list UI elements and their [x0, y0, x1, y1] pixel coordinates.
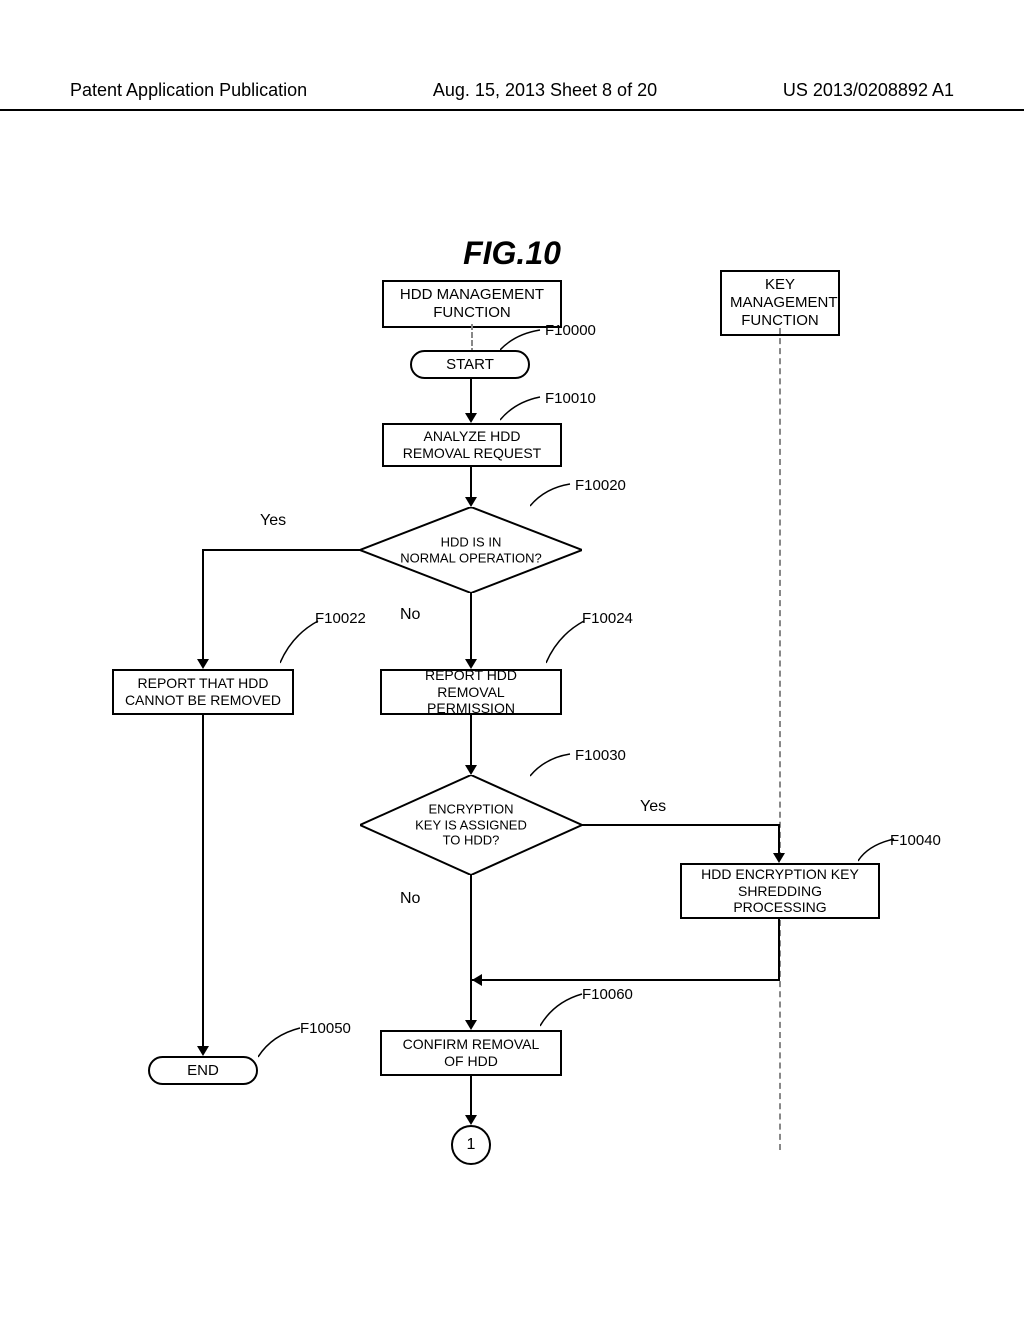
cannot-remove-box: REPORT THAT HDD CANNOT BE REMOVED [112, 669, 294, 715]
connector-line [202, 715, 204, 1051]
arrow-down-icon [465, 765, 477, 775]
cannot-remove-label: REPORT THAT HDD CANNOT BE REMOVED [125, 675, 281, 709]
ref-f10060: F10060 [582, 986, 633, 1003]
decision-key-assigned: ENCRYPTION KEY IS ASSIGNED TO HDD? [360, 775, 582, 875]
connector-line [582, 824, 780, 826]
no-label-2: No [400, 890, 420, 908]
arrow-down-icon [465, 1020, 477, 1030]
lane-key-mgmt: KEY MANAGEMENT FUNCTION [720, 270, 840, 336]
arrow-down-icon [197, 1046, 209, 1056]
lane-hdd-mgmt-label: HDD MANAGEMENT FUNCTION [400, 286, 544, 321]
connector-line [470, 715, 472, 770]
yes-label-1: Yes [260, 512, 286, 530]
arrow-down-icon [773, 853, 785, 863]
lane-divider-key-upper [779, 328, 781, 858]
connector-line [778, 919, 780, 979]
decision-key-assigned-label: ENCRYPTION KEY IS ASSIGNED TO HDD? [382, 802, 560, 849]
confirm-label: CONFIRM REMOVAL OF HDD [403, 1036, 540, 1070]
confirm-box: CONFIRM REMOVAL OF HDD [380, 1030, 562, 1076]
connector-line [470, 979, 780, 981]
analyze-box: ANALYZE HDD REMOVAL REQUEST [382, 423, 562, 467]
connector-line [470, 875, 472, 1025]
header-center: Aug. 15, 2013 Sheet 8 of 20 [433, 80, 657, 101]
no-label-1: No [400, 606, 420, 624]
ref-f10010: F10010 [545, 390, 596, 407]
shred-box: HDD ENCRYPTION KEY SHREDDING PROCESSING [680, 863, 880, 919]
ref-f10030: F10030 [575, 747, 626, 764]
lane-key-mgmt-label: KEY MANAGEMENT FUNCTION [730, 276, 838, 329]
header-right: US 2013/0208892 A1 [783, 80, 954, 101]
ref-f10024: F10024 [582, 610, 633, 627]
header-left: Patent Application Publication [70, 80, 307, 101]
ref-f10050: F10050 [300, 1020, 351, 1037]
arrow-down-icon [197, 659, 209, 669]
arrow-left-icon [472, 974, 482, 986]
connector-line [202, 549, 204, 664]
connector-label: 1 [467, 1136, 476, 1154]
connector-line [470, 593, 472, 664]
lane-hdd-mgmt: HDD MANAGEMENT FUNCTION [382, 280, 562, 328]
decision-hdd-normal: HDD IS IN NORMAL OPERATION? [360, 507, 582, 593]
end-terminator: END [148, 1056, 258, 1085]
off-page-connector: 1 [451, 1125, 491, 1165]
ref-f10022: F10022 [315, 610, 366, 627]
ref-f10020: F10020 [575, 477, 626, 494]
analyze-label: ANALYZE HDD REMOVAL REQUEST [403, 428, 541, 462]
page-header: Patent Application Publication Aug. 15, … [0, 80, 1024, 111]
ref-f10000: F10000 [545, 322, 596, 339]
yes-label-2: Yes [640, 798, 666, 816]
arrow-down-icon [465, 497, 477, 507]
permission-box: REPORT HDD REMOVAL PERMISSION [380, 669, 562, 715]
flowchart: HDD MANAGEMENT FUNCTION KEY MANAGEMENT F… [0, 280, 1024, 1180]
figure-title: FIG.10 [463, 235, 561, 272]
shred-label: HDD ENCRYPTION KEY SHREDDING PROCESSING [701, 866, 859, 916]
arrow-down-icon [465, 413, 477, 423]
end-label: END [187, 1062, 219, 1079]
arrow-down-icon [465, 1115, 477, 1125]
ref-f10040: F10040 [890, 832, 941, 849]
connector-line [202, 549, 360, 551]
decision-hdd-normal-label: HDD IS IN NORMAL OPERATION? [382, 534, 560, 565]
permission-label: REPORT HDD REMOVAL PERMISSION [392, 667, 550, 717]
start-label: START [446, 356, 494, 373]
connector-line [470, 378, 472, 418]
connector-line [470, 1076, 472, 1120]
